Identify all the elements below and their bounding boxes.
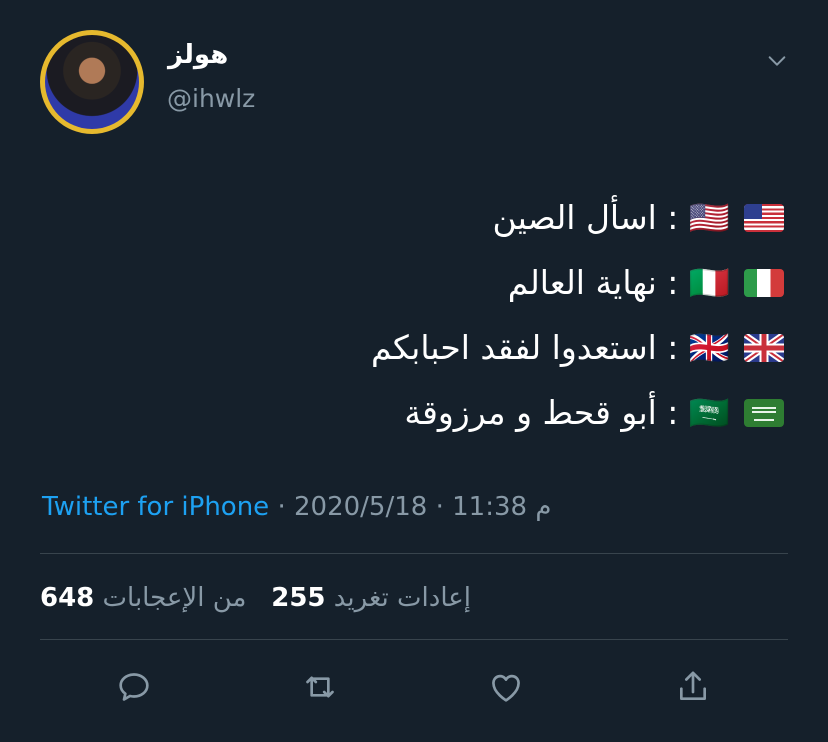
likes-count: 648 [40, 583, 95, 613]
tweet-line-text: 🇮🇹 : نهاية العالم [507, 263, 730, 302]
reply-button[interactable] [114, 667, 154, 707]
tweet-date: 2020/5/18 [293, 492, 428, 522]
avatar[interactable] [40, 30, 144, 134]
tweet-line: 🇬🇧 : استعدوا لفقد احبابكم [84, 315, 784, 380]
tweet-line: 🇺🇸 : اسأل الصين [84, 185, 784, 250]
retweets-label: إعادات تغريد [333, 583, 471, 613]
tweet-line-text: 🇬🇧 : استعدوا لفقد احبابكم [370, 328, 730, 367]
us-flag-icon [744, 203, 784, 232]
like-button[interactable] [486, 667, 526, 707]
tweet-line-text: 🇺🇸 : اسأل الصين [492, 198, 730, 237]
tweet-stats: إعادات تغريد 255 من الإعجابات 648 [40, 583, 471, 613]
meta-separator: · [435, 492, 444, 522]
uk-flag-icon [744, 333, 784, 362]
reply-icon [119, 673, 149, 701]
chevron-down-icon[interactable] [766, 50, 788, 72]
retweets-count: 255 [271, 583, 326, 613]
share-button[interactable] [673, 667, 713, 707]
retweet-icon [306, 676, 334, 698]
like-icon [492, 674, 520, 702]
retweets-stat[interactable]: إعادات تغريد 255 [271, 583, 471, 613]
share-icon [680, 671, 706, 700]
divider [40, 639, 788, 640]
saudi-flag-icon [744, 398, 784, 427]
likes-label: من الإعجابات [102, 583, 247, 613]
meta-separator: · [277, 492, 286, 522]
tweet-line: 🇮🇹 : نهاية العالم [84, 250, 784, 315]
divider [40, 553, 788, 554]
user-handle[interactable]: @ihwlz [167, 84, 255, 113]
likes-stat[interactable]: من الإعجابات 648 [40, 583, 246, 613]
tweet-meta: Twitter for iPhone · 2020/5/18 · 11:38 م [42, 492, 551, 522]
display-name[interactable]: هولز [168, 40, 228, 70]
italy-flag-icon [744, 268, 784, 297]
tweet-line-text: 🇸🇦 : أبو قحط و مرزوقة [404, 393, 730, 432]
tweet-line: 🇸🇦 : أبو قحط و مرزوقة [84, 380, 784, 445]
tweet-time: 11:38 م [452, 492, 552, 522]
source-link[interactable]: Twitter for iPhone [42, 492, 269, 522]
retweet-button[interactable] [300, 667, 340, 707]
avatar-photo [45, 35, 139, 129]
tweet-text: 🇺🇸 : اسأل الصين 🇮🇹 : نهاية العالم 🇬🇧 : ا… [84, 185, 784, 445]
